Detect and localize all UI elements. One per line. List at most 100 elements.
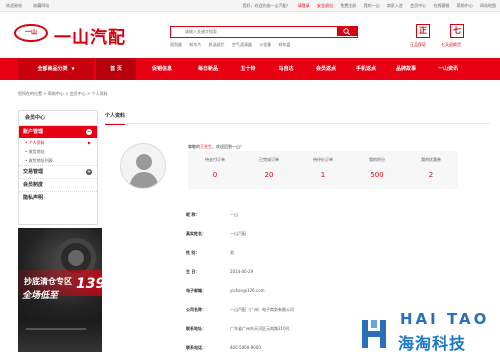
wheel-hub-image (68, 250, 84, 266)
watermark-cn: 海淘科技 (398, 334, 467, 352)
profile-value: 男 (230, 250, 234, 255)
avatar[interactable] (120, 143, 166, 189)
sidebar-subitem-profile[interactable]: • 个人资料 ▶ (19, 138, 97, 147)
stat-value: 1 (320, 171, 326, 179)
hot-keyword[interactable]: 刹车片 (189, 42, 201, 47)
banner-line (26, 328, 86, 330)
favorite-link[interactable]: 收藏网站 (33, 3, 49, 8)
hot-keyword[interactable]: 空气滤清器 (232, 42, 252, 47)
logo-mark: 一山 (14, 24, 48, 42)
stat-coupons[interactable]: 我的优惠券 2 (404, 151, 458, 189)
site-logo[interactable]: 一山 一山汽配 (14, 22, 132, 48)
welcome-message: 尊敬的王先生，欢迎回到一山！ (188, 144, 244, 150)
sidebar-subitem-label: 收货地址 (28, 149, 45, 154)
profile-key: 公司名称： (186, 307, 206, 312)
search-bar (170, 26, 358, 38)
sidebar-item-label: 隐私声明 (23, 195, 44, 201)
profile-value: yishan@126.com (230, 288, 265, 293)
profile-key: 联系地址： (186, 326, 206, 331)
engine-image (18, 320, 102, 352)
online-service-link[interactable]: 在线客服 (433, 3, 449, 8)
logo-name: 一山汽配 (54, 28, 126, 48)
profile-key: 性 别： (186, 250, 200, 255)
minus-icon: − (86, 129, 92, 135)
user-icon (129, 154, 159, 188)
profile-value: 400-5000-8000 (230, 345, 261, 350)
sitemap-link[interactable]: 网站地图 (480, 3, 496, 8)
my-account-link[interactable]: 我的一山 (364, 3, 380, 8)
hot-keyword[interactable]: 机油滤芯 (209, 42, 225, 47)
profile-value: 一山汽配（广州）电子商务有限公司 (230, 307, 294, 312)
stat-completed-orders[interactable]: 已完成订单 20 (242, 151, 296, 189)
merchant-link[interactable]: 商家入驻 (387, 3, 403, 8)
stat-value: 0 (212, 171, 218, 179)
all-categories-button[interactable]: 全部商品分类 ▼ (18, 58, 94, 80)
profile-value: 一山 (230, 212, 238, 217)
hot-keyword[interactable]: 火花塞 (259, 42, 271, 47)
header: 一山 一山汽配 雨刮器 刹车片 机油滤芯 空气滤清器 火花塞 刹车盘 正 正品保… (0, 12, 500, 58)
promo-banner[interactable]: 抄底清仓专区 全场低至 139 (18, 228, 102, 352)
stat-pending-review[interactable]: 待评价订单 1 (296, 151, 350, 189)
search-button[interactable] (337, 27, 357, 36)
help-center-link[interactable]: 帮助中心 (457, 3, 473, 8)
nav-item-mazda[interactable]: 马自达 (266, 58, 306, 80)
nav-item-new[interactable]: 每日新品 (188, 58, 228, 80)
welcome-text: 您好，欢迎光临一山汽配！ (242, 3, 291, 8)
genuine-label: 正品保证 (410, 42, 426, 47)
sidebar-subitem-address[interactable]: • 收货地址 (19, 147, 97, 156)
sidebar-item-privacy[interactable]: 隐私声明 (19, 192, 97, 204)
profile-value: 2014-06-29 (230, 269, 254, 274)
search-input[interactable] (171, 27, 336, 36)
sidebar-item-trade[interactable]: 交易管理 + (19, 166, 97, 178)
hot-keyword[interactable]: 雨刮器 (170, 42, 182, 47)
welcome-suffix: ，欢迎回到一山！ (212, 144, 244, 149)
sidebar-item-account[interactable]: 账户管理 − (19, 126, 97, 138)
nav-item-mobile-rebate[interactable]: 手机返点 (346, 58, 386, 80)
sidebar-subitem-label: 个人资料 (28, 140, 45, 145)
stat-label: 我的优惠券 (421, 157, 441, 162)
user-name: 王先生 (200, 144, 212, 149)
stat-value: 500 (370, 171, 384, 179)
chevron-down-icon: ▼ (71, 66, 75, 71)
nav-item-promo[interactable]: 促销信息 (142, 58, 182, 80)
nav-item-news[interactable]: 一山资讯 (428, 58, 468, 80)
stat-value: 2 (428, 171, 434, 179)
nav-item-member-rebate[interactable]: 会员返点 (306, 58, 346, 80)
genuine-badge: 正 (416, 24, 430, 38)
profile-value: 广东省广州市天河区元岗路310号 (230, 326, 290, 331)
stat-label: 我的积分 (369, 157, 385, 162)
sidebar-item-membership[interactable]: 会员制度 (19, 179, 97, 191)
register-link[interactable]: 免费注册 (340, 3, 356, 8)
hot-keyword[interactable]: 刹车盘 (278, 42, 290, 47)
nav-item-brand-story[interactable]: 品牌故事 (386, 58, 426, 80)
banner-subtitle: 全场低至 (22, 291, 59, 301)
logout-link[interactable]: 安全退出 (317, 3, 333, 8)
profile-key: 真实姓名： (186, 231, 206, 236)
member-center-link[interactable]: 会员中心 (410, 3, 426, 8)
nav-item-isuzu[interactable]: 五十铃 (228, 58, 268, 80)
profile-key: 昵 称： (186, 212, 200, 217)
member-sidebar: 会员中心 账户管理 − • 个人资料 ▶ • 收货地址 • 收货地址列表 交易管… (18, 110, 98, 225)
sidebar-item-label: 账户管理 (23, 129, 44, 135)
search-icon (343, 28, 351, 35)
stat-label: 待评价订单 (313, 157, 333, 162)
order-stats: 待支付订单 0 已完成订单 20 待评价订单 1 我的积分 500 我的优惠券 … (188, 151, 458, 189)
login-link[interactable]: 请登录 (298, 3, 310, 8)
sidebar-item-label: 会员制度 (23, 182, 44, 188)
welcome-prefix: 尊敬的 (188, 144, 200, 149)
profile-key: 联系电话： (186, 345, 206, 350)
stat-points[interactable]: 我的积分 500 (350, 151, 404, 189)
watermark: HAI TAO 海淘科技 (356, 306, 500, 352)
haitao-logo-icon (362, 320, 386, 348)
watermark-en: HAI TAO (400, 310, 490, 328)
profile-key: 生 日： (186, 269, 200, 274)
sidebar-subitem-label: 收货地址列表 (28, 158, 53, 163)
page: 欢迎致电 收藏网站 您好，欢迎光临一山汽配！ 请登录 安全退出 免费注册 我的一… (0, 0, 500, 352)
profile-key: 电子邮箱： (186, 288, 206, 293)
sidebar-subitem-address-list[interactable]: • 收货地址列表 (19, 156, 97, 165)
stat-label: 已完成订单 (259, 157, 279, 162)
hotline-link[interactable]: 欢迎致电 (6, 3, 22, 8)
nav-item-home[interactable]: 首 页 (96, 58, 136, 80)
stat-pending-payment[interactable]: 待支付订单 0 (188, 151, 242, 189)
stat-value: 20 (264, 171, 274, 179)
